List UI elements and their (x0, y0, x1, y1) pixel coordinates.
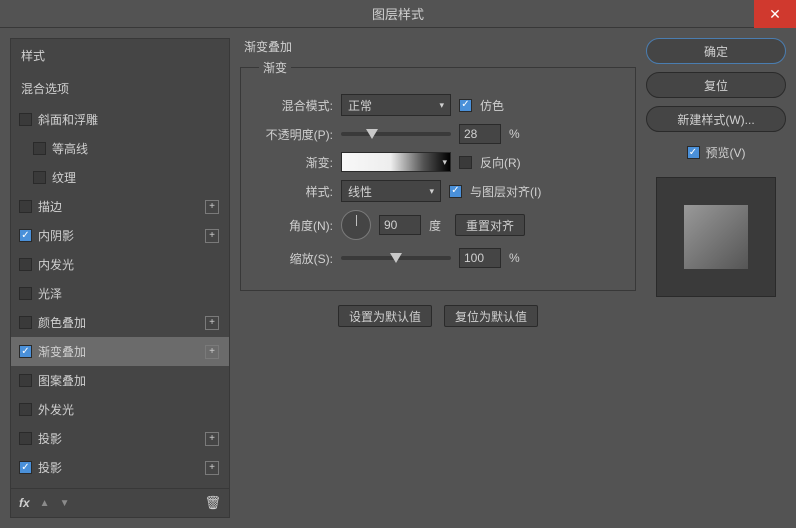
add-effect-icon[interactable]: + (205, 200, 219, 214)
style-item-label: 光泽 (38, 285, 221, 302)
style-item-label: 图案叠加 (38, 372, 221, 389)
style-select[interactable]: 线性 ▾ (341, 180, 441, 202)
style-checkbox[interactable] (19, 432, 32, 445)
angle-input[interactable]: 90 (379, 215, 421, 235)
style-item-label: 内阴影 (38, 227, 199, 244)
opacity-slider[interactable] (341, 132, 451, 136)
style-checkbox[interactable] (19, 461, 32, 474)
sidebar-item-0[interactable]: 斜面和浮雕 (11, 105, 229, 134)
opacity-label: 不透明度(P): (253, 126, 333, 143)
sidebar-item-7[interactable]: 颜色叠加 + (11, 308, 229, 337)
sidebar-item-4[interactable]: 内阴影 + (11, 221, 229, 250)
style-item-label: 颜色叠加 (38, 314, 199, 331)
sidebar-item-12[interactable]: 投影 + (11, 453, 229, 482)
align-checkbox[interactable] (449, 185, 462, 198)
style-checkbox[interactable] (19, 345, 32, 358)
dither-checkbox[interactable] (459, 99, 472, 112)
preview-checkbox[interactable] (687, 146, 700, 159)
reset-default-button[interactable]: 复位为默认值 (444, 305, 538, 327)
close-icon: ✕ (769, 6, 781, 23)
style-item-label: 内发光 (38, 256, 221, 273)
style-item-label: 等高线 (52, 140, 221, 157)
blend-mode-label: 混合模式: (253, 97, 333, 114)
add-effect-icon[interactable]: + (205, 432, 219, 446)
slider-thumb[interactable] (366, 129, 378, 139)
sidebar-item-8[interactable]: 渐变叠加 + (11, 337, 229, 366)
sidebar-item-1[interactable]: 等高线 (11, 134, 229, 163)
opacity-unit: % (509, 127, 523, 141)
sidebar-item-2[interactable]: 纹理 (11, 163, 229, 192)
blending-options-header[interactable]: 混合选项 (11, 72, 229, 105)
scale-label: 缩放(S): (253, 250, 333, 267)
style-checkbox[interactable] (19, 374, 32, 387)
style-checkbox[interactable] (19, 229, 32, 242)
sidebar-item-6[interactable]: 光泽 (11, 279, 229, 308)
style-item-label: 外发光 (38, 401, 221, 418)
fx-menu-button[interactable]: fx (19, 496, 30, 510)
style-checkbox[interactable] (19, 200, 32, 213)
reverse-checkbox[interactable] (459, 156, 472, 169)
opacity-input[interactable]: 28 (459, 124, 501, 144)
panel-title: 渐变叠加 (240, 38, 636, 55)
fieldset-legend: 渐变 (259, 59, 291, 76)
cancel-button[interactable]: 复位 (646, 72, 786, 98)
slider-thumb[interactable] (390, 253, 402, 263)
add-effect-icon[interactable]: + (205, 461, 219, 475)
angle-dial[interactable] (341, 210, 371, 240)
gradient-label: 渐变: (253, 154, 333, 171)
dither-label: 仿色 (480, 97, 504, 114)
sidebar-item-5[interactable]: 内发光 (11, 250, 229, 279)
style-checkbox[interactable] (19, 258, 32, 271)
chevron-down-icon: ▾ (442, 157, 447, 168)
chevron-down-icon: ▾ (439, 100, 444, 111)
style-checkbox[interactable] (19, 287, 32, 300)
style-item-label: 投影 (38, 430, 199, 447)
add-effect-icon[interactable]: + (205, 345, 219, 359)
scale-input[interactable]: 100 (459, 248, 501, 268)
style-label: 样式: (253, 183, 333, 200)
reset-align-button[interactable]: 重置对齐 (455, 214, 525, 236)
add-effect-icon[interactable]: + (205, 229, 219, 243)
sidebar-item-10[interactable]: 外发光 (11, 395, 229, 424)
style-item-label: 渐变叠加 (38, 343, 199, 360)
preview-box (656, 177, 776, 297)
preview-swatch (684, 205, 748, 269)
scale-slider[interactable] (341, 256, 451, 260)
style-item-label: 投影 (38, 459, 199, 476)
style-checkbox[interactable] (33, 171, 46, 184)
close-button[interactable]: ✕ (754, 0, 796, 28)
styles-sidebar: 样式 混合选项 斜面和浮雕等高线纹理描边 + 内阴影 + 内发光光泽颜色叠加 + 渐变叠加 +… (10, 38, 230, 518)
move-up-icon[interactable]: ▲ (40, 498, 50, 509)
style-checkbox[interactable] (19, 403, 32, 416)
ok-button[interactable]: 确定 (646, 38, 786, 64)
move-down-icon[interactable]: ▼ (60, 498, 70, 509)
style-checkbox[interactable] (19, 113, 32, 126)
style-checkbox[interactable] (19, 316, 32, 329)
add-effect-icon[interactable]: + (205, 316, 219, 330)
new-style-button[interactable]: 新建样式(W)... (646, 106, 786, 132)
style-item-label: 描边 (38, 198, 199, 215)
style-item-label: 斜面和浮雕 (38, 111, 221, 128)
gradient-picker[interactable]: ▾ (341, 152, 451, 172)
sidebar-item-3[interactable]: 描边 + (11, 192, 229, 221)
angle-unit: 度 (429, 217, 447, 234)
style-item-label: 纹理 (52, 169, 221, 186)
preview-label: 预览(V) (706, 144, 746, 161)
sidebar-item-11[interactable]: 投影 + (11, 424, 229, 453)
scale-unit: % (509, 251, 523, 265)
sidebar-item-9[interactable]: 图案叠加 (11, 366, 229, 395)
reverse-label: 反向(R) (480, 154, 521, 171)
align-label: 与图层对齐(I) (470, 183, 541, 200)
trash-icon[interactable]: 🗑 (204, 495, 221, 511)
dialog-title: 图层样式 (372, 4, 424, 23)
style-checkbox[interactable] (33, 142, 46, 155)
blend-mode-select[interactable]: 正常 ▾ (341, 94, 451, 116)
set-default-button[interactable]: 设置为默认值 (338, 305, 432, 327)
angle-label: 角度(N): (253, 217, 333, 234)
styles-header[interactable]: 样式 (11, 39, 229, 72)
chevron-down-icon: ▾ (429, 186, 434, 197)
